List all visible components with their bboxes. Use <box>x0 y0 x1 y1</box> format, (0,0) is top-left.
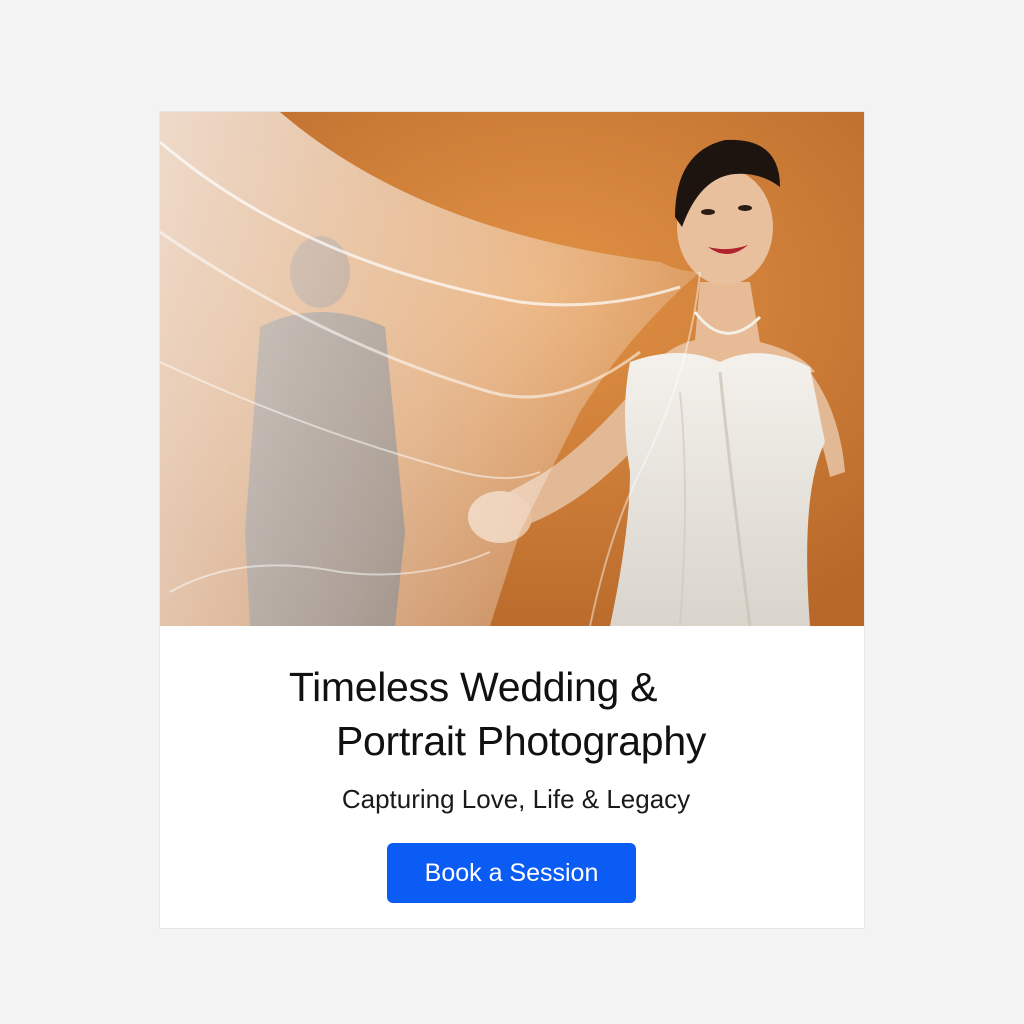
tagline: Capturing Love, Life & Legacy <box>341 784 691 814</box>
promo-card: Timeless Wedding & Portrait Photography … <box>160 112 864 928</box>
book-session-button[interactable]: Book a Session <box>387 843 636 903</box>
headline-line-2: Portrait Photography <box>335 718 707 764</box>
headline: Timeless Wedding & Portrait Photography <box>160 660 864 768</box>
headline-line-1: Timeless Wedding & <box>288 664 658 710</box>
hero-photo <box>160 112 864 626</box>
